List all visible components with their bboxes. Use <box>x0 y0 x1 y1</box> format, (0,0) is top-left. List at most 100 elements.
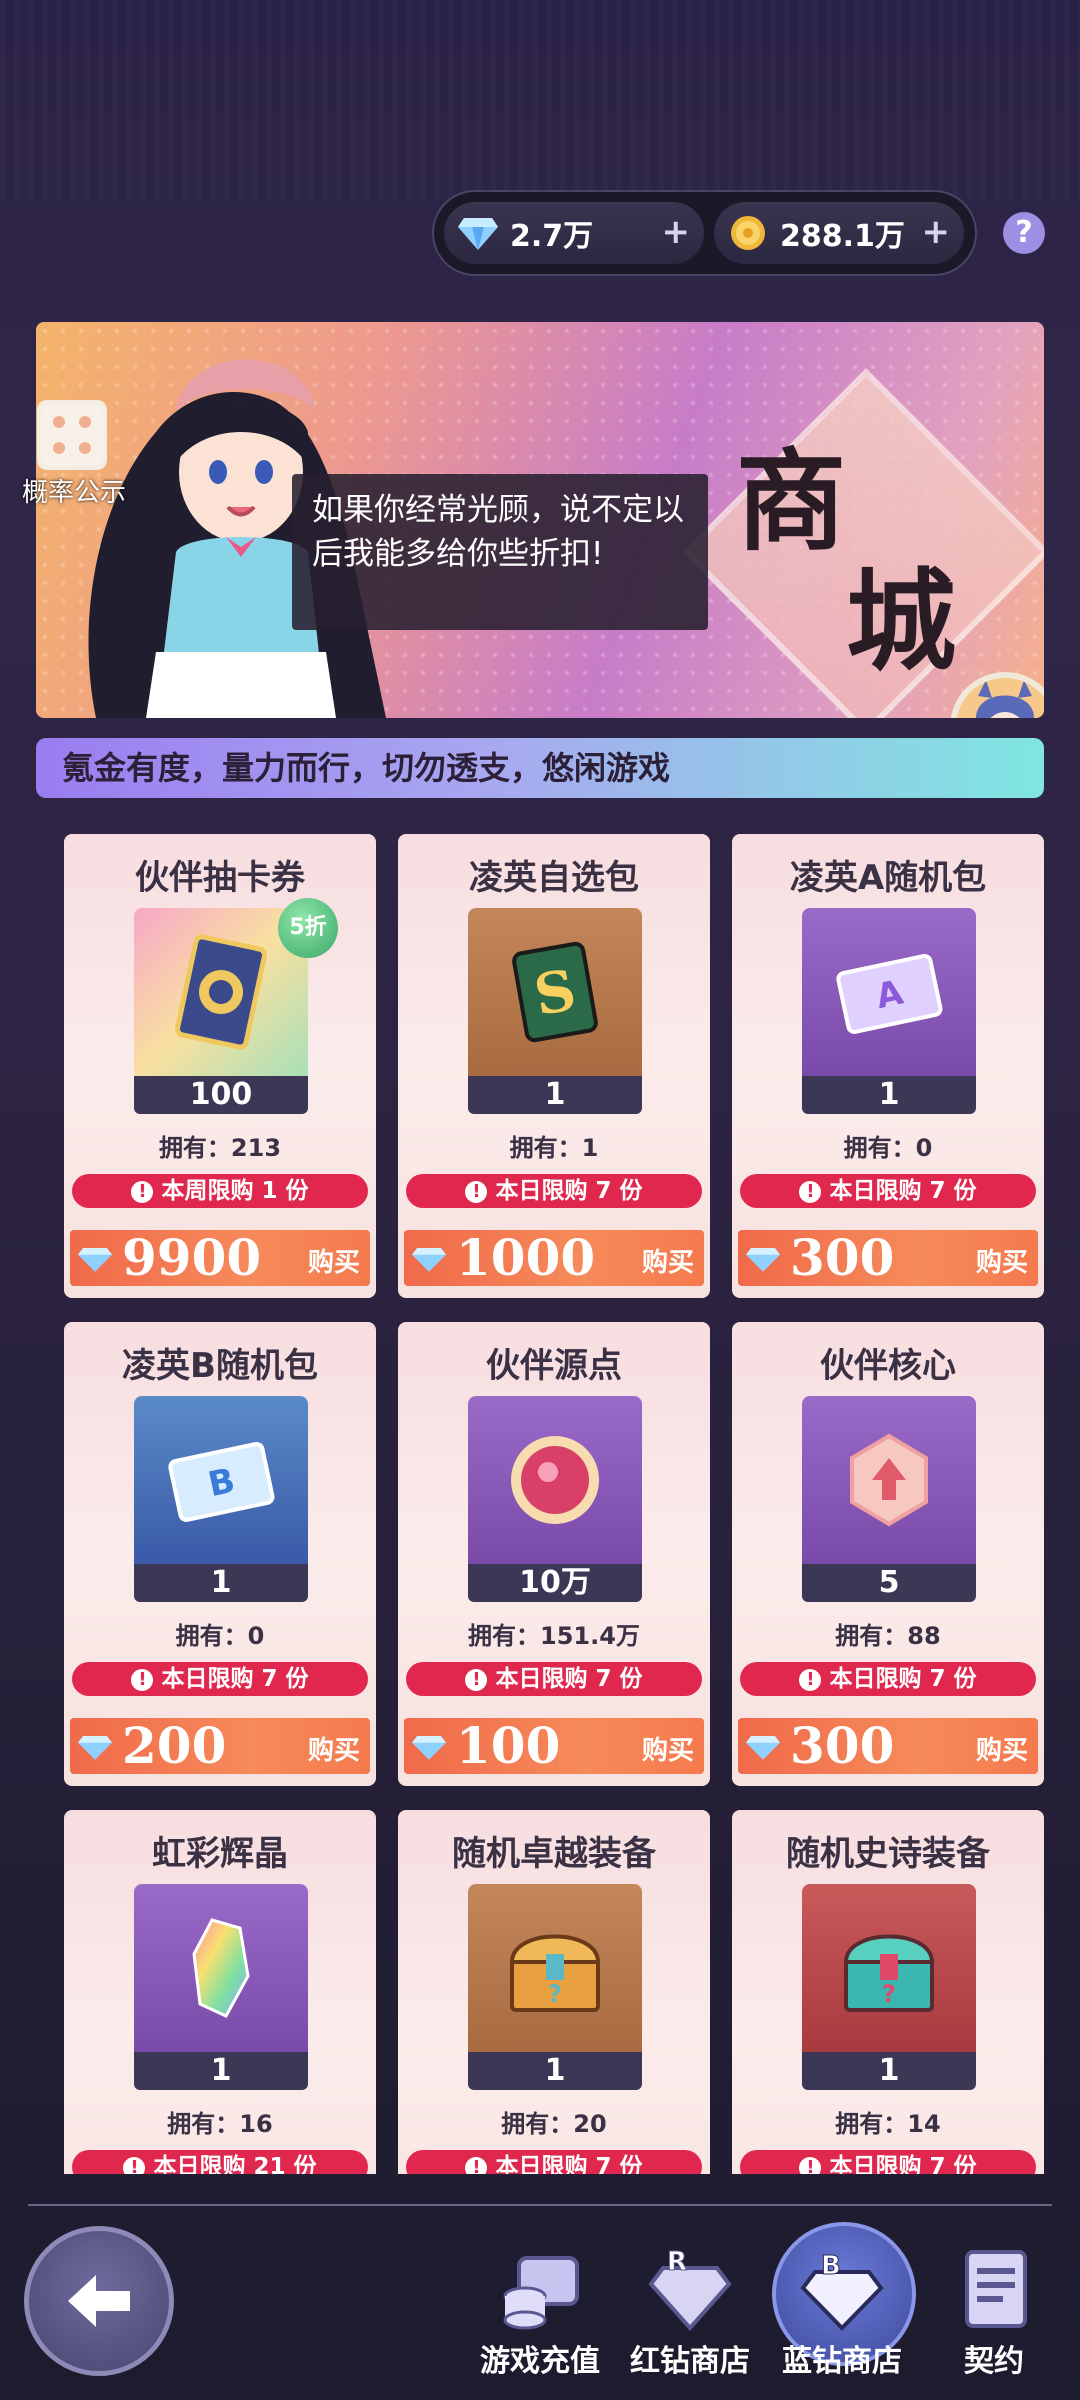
shop-item-card[interactable]: 凌英B随机包 B 1 拥有：0 ! 本日限购 7 份 200 购买 <box>64 1322 376 1786</box>
item-quantity: 1 <box>468 1076 642 1114</box>
buy-button[interactable]: 300 购买 <box>738 1230 1038 1286</box>
purchase-limit-text: 本周限购 1 份 <box>161 1178 309 1204</box>
purchase-limit-text: 本日限购 7 份 <box>495 2154 643 2174</box>
nav-red-shop-label: 红钻商店 <box>630 2344 750 2379</box>
purchase-limit: ! 本日限购 7 份 <box>72 1662 368 1696</box>
nav-blue-diamond-shop[interactable]: B 蓝钻商店 <box>772 2244 912 2380</box>
item-quantity: 1 <box>134 1564 308 1602</box>
item-name: 凌英B随机包 <box>122 1346 318 1386</box>
warning-icon: ! <box>465 2156 488 2174</box>
buy-button[interactable]: 100 购买 <box>404 1718 704 1774</box>
shop-item-card[interactable]: 凌英自选包 S 1 拥有：1 ! 本日限购 7 份 1000 购买 <box>398 834 710 1298</box>
back-button[interactable] <box>24 2226 174 2376</box>
probability-disclosure-button[interactable]: 概率公示 <box>22 400 127 509</box>
svg-text:R: R <box>667 2247 687 2277</box>
shop-item-card[interactable]: 凌英A随机包 A 1 拥有：0 ! 本日限购 7 份 300 购买 <box>732 834 1044 1298</box>
warning-icon: ! <box>123 2156 146 2174</box>
item-thumbnail: ? <box>802 1884 976 2052</box>
diamond-icon <box>746 1246 780 1276</box>
shopkeeper-speech-bubble: 如果你经常光顾，说不定以后我能多给你些折扣! <box>292 474 708 630</box>
buy-button[interactable]: 300 购买 <box>738 1718 1038 1774</box>
purchase-limit: ! 本日限购 7 份 <box>740 1174 1036 1208</box>
rainbow-crystal-icon <box>192 1918 250 2018</box>
item-quantity: 1 <box>802 1076 976 1114</box>
shop-item-card[interactable]: 随机卓越装备 ? 1 拥有：20 ! 本日限购 7 份 <box>398 1810 710 2174</box>
item-thumbnail <box>468 1396 642 1564</box>
diamond-icon <box>78 1246 112 1276</box>
card-a-icon: A <box>836 953 943 1034</box>
buy-button[interactable]: 9900 购买 <box>70 1230 370 1286</box>
diamond-icon <box>412 1246 446 1276</box>
shop-item-card[interactable]: 虹彩辉晶 1 拥有：16 ! 本日限购 21 份 <box>64 1810 376 2174</box>
discount-badge: 5折 <box>278 898 338 958</box>
purchase-limit-text: 本日限购 7 份 <box>829 2154 977 2174</box>
partner-core-icon <box>850 1433 928 1527</box>
dice-icon <box>37 400 107 470</box>
item-quantity: 10万 <box>468 1564 642 1602</box>
diamond-icon <box>458 213 498 253</box>
owned-count: 拥有：14 <box>835 2110 941 2138</box>
diamond-icon <box>412 1734 446 1764</box>
owned-count: 拥有：16 <box>167 2110 273 2138</box>
nav-blue-shop-label: 蓝钻商店 <box>782 2344 902 2379</box>
buy-button[interactable]: 1000 购买 <box>404 1230 704 1286</box>
item-name: 伙伴抽卡券 <box>135 858 305 898</box>
nav-divider <box>28 2204 1052 2206</box>
purchase-limit-text: 本日限购 7 份 <box>829 1178 977 1204</box>
buy-label: 购买 <box>307 1248 360 1278</box>
nav-red-diamond-shop[interactable]: R 红钻商店 <box>620 2244 760 2380</box>
purchase-limit-text: 本日限购 7 份 <box>829 1666 977 1692</box>
contract-scroll-icon <box>949 2244 1039 2334</box>
help-button[interactable]: ? <box>1003 212 1045 254</box>
item-name: 随机卓越装备 <box>452 1834 656 1874</box>
gold-balance[interactable]: 288.1万 + <box>714 202 964 264</box>
item-thumbnail: S <box>468 908 642 1076</box>
diamond-icon <box>746 1734 780 1764</box>
buy-label: 购买 <box>307 1736 360 1766</box>
item-thumbnail: ? <box>468 1884 642 2052</box>
item-quantity: 1 <box>134 2052 308 2090</box>
epic-chest-icon: ? <box>843 1934 935 2012</box>
background-stripes <box>0 0 1080 200</box>
owned-count: 拥有：1 <box>509 1134 599 1162</box>
item-price: 300 <box>790 1228 895 1287</box>
owned-count: 拥有：20 <box>501 2110 607 2138</box>
buy-label: 购买 <box>641 1248 694 1278</box>
warning-icon: ! <box>131 1180 154 1203</box>
owned-count: 拥有：88 <box>835 1622 941 1650</box>
item-quantity: 1 <box>802 2052 976 2090</box>
probability-label: 概率公示 <box>22 478 127 508</box>
partner-origin-orb-icon <box>511 1436 599 1524</box>
owned-count: 拥有：0 <box>843 1134 933 1162</box>
shop-item-card[interactable]: 伙伴源点 10万 拥有：151.4万 ! 本日限购 7 份 100 购买 <box>398 1322 710 1786</box>
shop-item-card[interactable]: 伙伴核心 5 拥有：88 ! 本日限购 7 份 300 购买 <box>732 1322 1044 1786</box>
warning-icon: ! <box>465 1668 488 1691</box>
shop-item-card[interactable]: 随机史诗装备 ? 1 拥有：14 ! 本日限购 7 份 <box>732 1810 1044 2174</box>
warning-icon: ! <box>131 1668 154 1691</box>
item-name: 伙伴源点 <box>486 1346 622 1386</box>
diamond-balance[interactable]: 2.7万 + <box>444 202 704 264</box>
purchase-limit: ! 本周限购 1 份 <box>72 1174 368 1208</box>
nav-contract[interactable]: 契约 <box>924 2244 1064 2380</box>
svg-text:?: ? <box>548 1980 562 2008</box>
companion-avatar-image <box>956 678 1044 718</box>
purchase-limit: ! 本日限购 21 份 <box>72 2150 368 2174</box>
purchase-limit-text: 本日限购 21 份 <box>153 2154 317 2174</box>
warning-icon: ! <box>799 1180 822 1203</box>
owned-count: 拥有：151.4万 <box>468 1622 640 1650</box>
currency-bar: 2.7万 + 288.1万 + <box>432 190 977 276</box>
add-diamond-button[interactable]: + <box>662 214 691 250</box>
shop-title-char-2: 城 <box>846 557 966 686</box>
svg-text:B: B <box>821 2251 841 2281</box>
item-name: 凌英A随机包 <box>789 858 987 898</box>
shop-title: 商 城 <box>736 442 966 682</box>
buy-button[interactable]: 200 购买 <box>70 1718 370 1774</box>
shop-item-card[interactable]: 伙伴抽卡券 5折 100 拥有：213 ! 本周限购 1 份 9900 购买 <box>64 834 376 1298</box>
item-quantity: 1 <box>468 2052 642 2090</box>
nav-recharge[interactable]: 游戏充值 <box>470 2244 610 2380</box>
gold-coin-icon <box>728 213 768 253</box>
spending-notice: 氪金有度，量力而行，切勿透支，悠闲游戏 <box>36 738 1044 798</box>
add-gold-button[interactable]: + <box>922 214 951 250</box>
item-thumbnail <box>802 1396 976 1564</box>
item-quantity: 100 <box>134 1076 308 1114</box>
